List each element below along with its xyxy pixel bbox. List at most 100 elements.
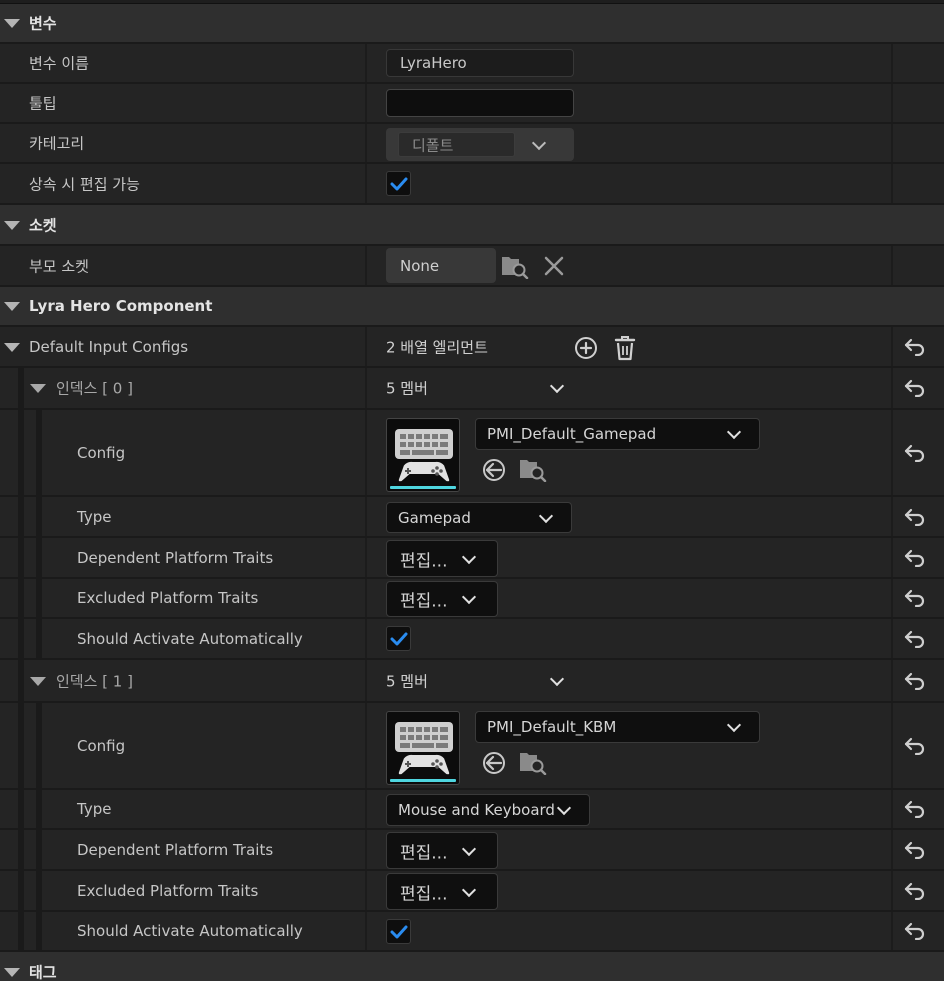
browse-asset-icon[interactable] [519,456,547,486]
property-should-activate-1: Should Activate Automatically [0,912,944,952]
property-label: Type [77,507,112,526]
reset-arrow-icon[interactable] [904,549,926,571]
reset-arrow-icon[interactable] [904,589,926,611]
array-element-1: 인덱스 [ 1 ] 5 멤버 [0,660,944,703]
category-combo[interactable]: 디폴트 [386,128,574,161]
reset-arrow-icon[interactable] [904,338,926,360]
category-tags[interactable]: 태그 [0,952,944,981]
trash-icon[interactable] [613,335,637,365]
property-label: Dependent Platform Traits [77,548,274,567]
type-combo[interactable]: Gamepad [386,502,572,533]
clear-icon[interactable] [544,256,564,280]
property-label: Config [77,736,126,755]
category-label: 태그 [29,963,57,981]
reset-arrow-icon[interactable] [904,444,926,466]
property-label: 상속 시 편집 가능 [29,175,140,193]
property-type-1: Type Mouse and Keyboard [0,790,944,830]
config-asset-combo[interactable]: PMI_Default_Gamepad [475,418,760,450]
category-label: 소켓 [29,216,57,234]
browse-asset-icon[interactable] [501,253,529,283]
property-label: Should Activate Automatically [77,629,303,648]
property-label: Should Activate Automatically [77,922,303,940]
property-tooltip: 툴팁 [0,84,944,124]
reset-arrow-icon[interactable] [904,630,926,652]
index-label: 인덱스 [ 1 ] [56,672,133,690]
property-config-1: Config PMI_Default_KBM [0,703,944,790]
members-count: 5 멤버 [386,672,428,690]
expand-arrow-icon[interactable] [4,968,20,977]
add-element-icon[interactable] [574,336,598,364]
category-label: Lyra Hero Component [29,297,213,315]
reset-arrow-icon[interactable] [904,841,926,863]
expand-arrow-icon[interactable] [4,220,20,230]
type-combo[interactable]: Mouse and Keyboard [386,794,590,826]
reset-arrow-icon[interactable] [904,882,926,904]
reset-arrow-icon[interactable] [904,672,926,694]
chevron-down-icon[interactable] [531,135,547,150]
browse-asset-icon[interactable] [519,749,547,779]
property-excluded-traits-1: Excluded Platform Traits 편집... [0,871,944,912]
activate-checkbox[interactable] [386,919,411,944]
reset-arrow-icon[interactable] [904,508,926,530]
chevron-down-icon[interactable] [556,800,572,816]
edit-traits-combo[interactable]: 편집... [386,540,498,577]
use-selected-icon[interactable] [482,458,506,486]
chevron-down-icon[interactable] [461,589,477,605]
asset-thumbnail[interactable] [386,711,460,785]
tooltip-input[interactable] [386,89,574,117]
category-socket[interactable]: 소켓 [0,205,944,246]
members-count: 5 멤버 [386,379,428,398]
keyboard-gamepad-icon [395,429,453,483]
chevron-down-icon[interactable] [726,717,742,733]
array-element-0: 인덱스 [ 0 ] 5 멤버 [0,368,944,410]
config-asset-combo[interactable]: PMI_Default_KBM [475,711,760,743]
editable-checkbox[interactable] [386,171,411,196]
property-label: Excluded Platform Traits [77,881,259,900]
chevron-down-icon[interactable] [461,841,477,856]
expand-arrow-icon[interactable] [4,19,20,28]
chevron-down-icon[interactable] [461,549,477,564]
chevron-down-icon[interactable] [538,508,554,523]
property-label: Type [77,800,112,818]
property-label: 카테고리 [29,134,85,153]
property-config-0: Config PMI_Default_Gamepad [0,410,944,497]
property-default-input-configs: Default Input Configs 2 배열 엘리먼트 [0,327,944,368]
property-type-0: Type Gamepad [0,497,944,538]
use-selected-icon[interactable] [482,751,506,779]
edit-traits-combo[interactable]: 편집... [386,873,498,910]
array-count: 2 배열 엘리먼트 [386,338,488,356]
reset-arrow-icon[interactable] [904,379,926,401]
property-label: Config [77,443,126,462]
property-parent-socket: 부모 소켓 None [0,246,944,287]
reset-arrow-icon[interactable] [904,922,926,944]
category-variables[interactable]: 변수 [0,4,944,44]
chevron-down-icon[interactable] [461,882,477,897]
chevron-down-icon[interactable] [549,671,565,686]
reset-arrow-icon[interactable] [904,737,926,759]
property-dependent-traits-0: Dependent Platform Traits 편집... [0,538,944,579]
expand-arrow-icon[interactable] [30,384,46,393]
chevron-down-icon[interactable] [549,378,565,394]
variable-name-input[interactable]: LyraHero [386,49,574,77]
property-editable-on-inherit: 상속 시 편집 가능 [0,164,944,205]
category-label: 변수 [29,14,57,33]
activate-checkbox[interactable] [386,626,411,651]
chevron-down-icon[interactable] [726,424,742,440]
reset-arrow-icon[interactable] [904,800,926,822]
property-dependent-traits-1: Dependent Platform Traits 편집... [0,830,944,871]
category-lyra-hero-component[interactable]: Lyra Hero Component [0,287,944,327]
property-label: 부모 소켓 [29,257,89,275]
index-label: 인덱스 [ 0 ] [56,379,133,398]
category-input[interactable]: 디폴트 [398,132,515,157]
property-category: 카테고리 디폴트 [0,124,944,164]
parent-socket-button[interactable]: None [386,248,496,283]
edit-traits-combo[interactable]: 편집... [386,832,498,869]
property-label: Excluded Platform Traits [77,589,259,607]
edit-traits-combo[interactable]: 편집... [386,581,498,617]
asset-thumbnail[interactable] [386,418,460,492]
expand-arrow-icon[interactable] [4,302,20,311]
property-label: 툴팁 [29,94,57,113]
expand-arrow-icon[interactable] [30,676,46,686]
keyboard-gamepad-icon [395,722,453,776]
expand-arrow-icon[interactable] [4,342,20,352]
